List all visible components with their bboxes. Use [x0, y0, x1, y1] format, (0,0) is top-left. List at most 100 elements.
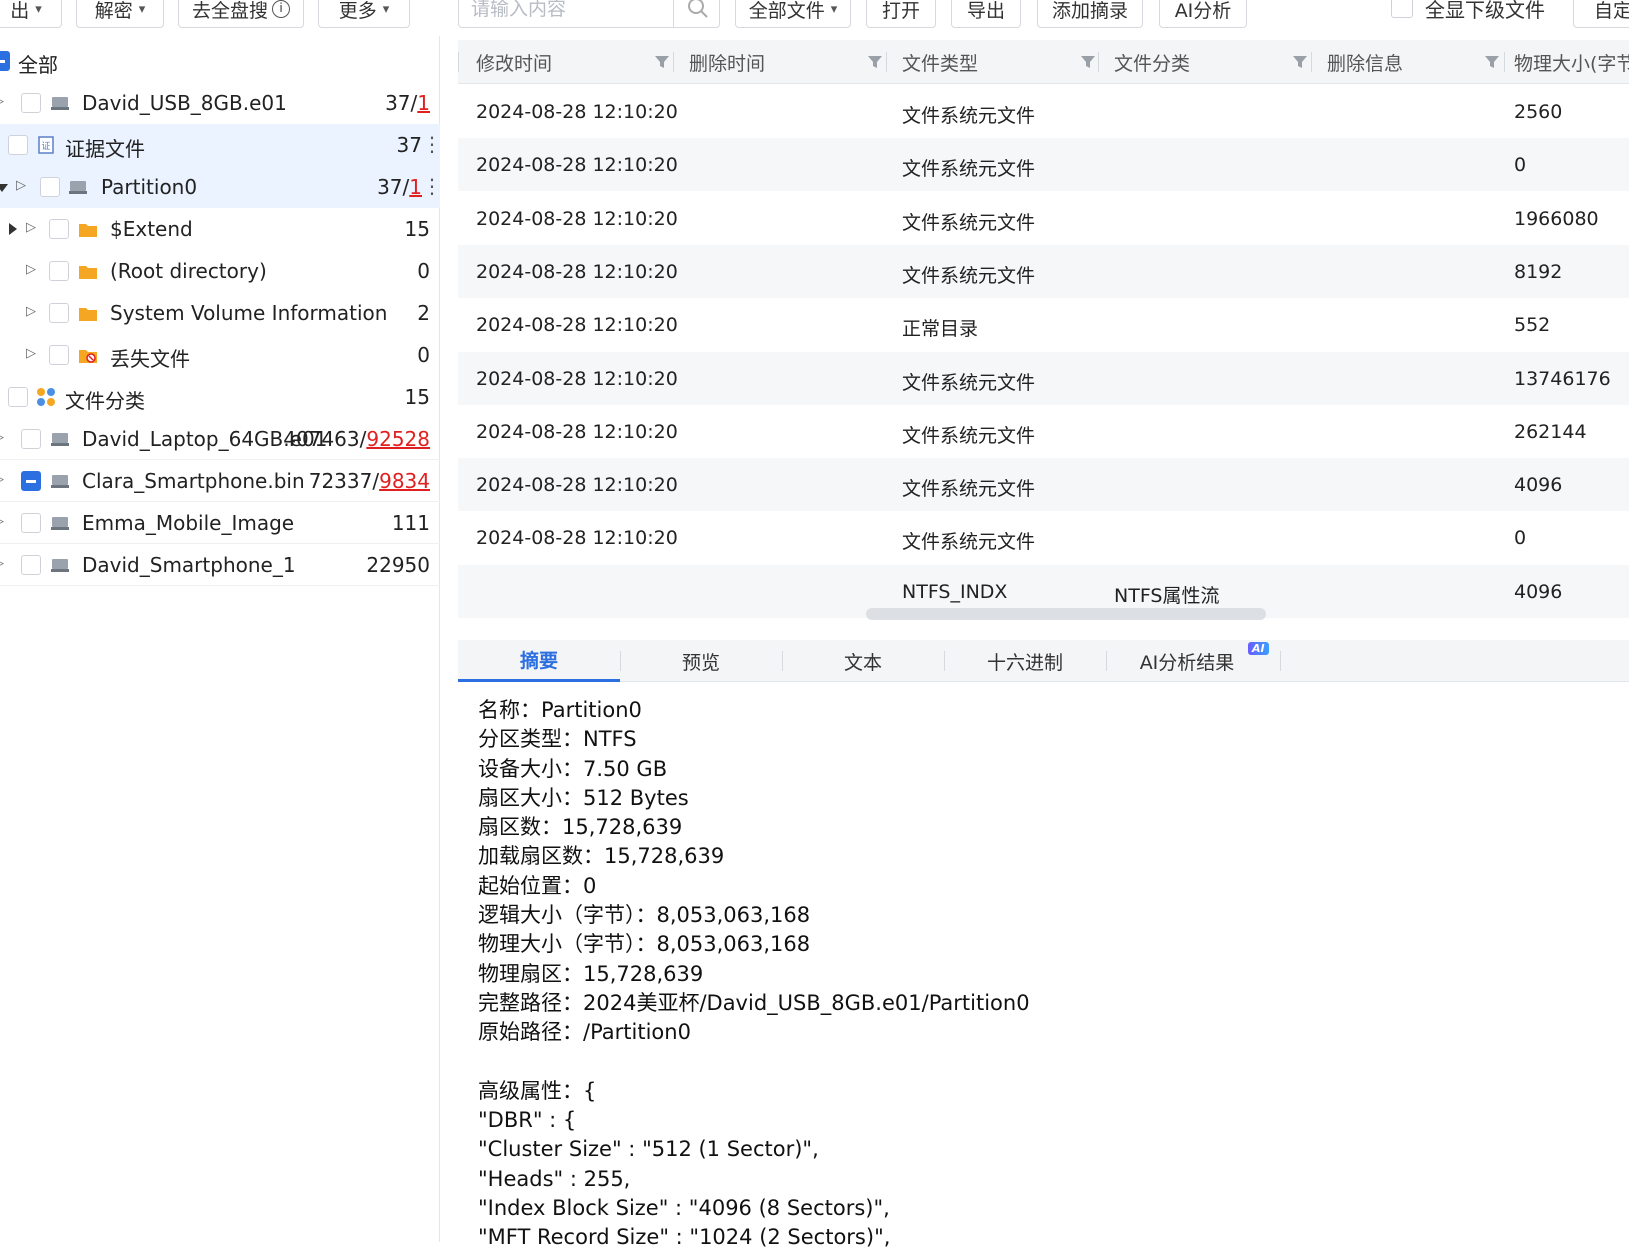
- cell-physical-size: 1966080: [1514, 207, 1599, 230]
- tree-root-checkbox[interactable]: [0, 51, 10, 71]
- disk-image-icon: [51, 475, 69, 488]
- tab-summary[interactable]: 摘要: [458, 640, 620, 682]
- tree-item-root-directory[interactable]: ▷ (Root directory) 0: [0, 250, 440, 292]
- tag-outline-icon[interactable]: ▷: [26, 304, 36, 319]
- open-button[interactable]: 打开: [866, 0, 936, 28]
- more-vertical-icon[interactable]: ⋮: [422, 174, 442, 198]
- column-divider: [886, 52, 887, 72]
- table-row[interactable]: 2024-08-28 12:10:20 文件系统元文件 0: [458, 138, 1629, 192]
- table-row[interactable]: 2024-08-28 12:10:20 文件系统元文件 4096: [458, 458, 1629, 512]
- cell-modified-time: 2024-08-28 12:10:20: [476, 154, 678, 177]
- table-row[interactable]: 2024-08-28 12:10:20 正常目录 552: [458, 298, 1629, 351]
- tag-outline-icon[interactable]: ▷: [26, 346, 36, 361]
- evidence-document-icon: 证: [38, 136, 54, 154]
- tree-item-checkbox[interactable]: [49, 303, 69, 323]
- tree-item-checkbox[interactable]: [21, 93, 41, 113]
- export-button[interactable]: 导出: [951, 0, 1021, 28]
- column-header-label: 文件分类: [1114, 52, 1191, 75]
- tag-outline-icon[interactable]: ▷: [0, 94, 4, 109]
- tree-root-all[interactable]: 全部: [0, 40, 440, 82]
- horizontal-scrollbar[interactable]: [866, 608, 1266, 620]
- detail-line: 分区类型：NTFS: [478, 727, 637, 752]
- tree-item-system-volume-information[interactable]: ▷ System Volume Information 2: [0, 292, 440, 334]
- filter-icon[interactable]: [1484, 54, 1500, 70]
- table-row[interactable]: 2024-08-28 12:10:20 文件系统元文件 2560: [458, 85, 1629, 138]
- search-input[interactable]: [469, 0, 669, 23]
- tree-item-david-smartphone[interactable]: ▷ David_Smartphone_1 22950: [0, 544, 440, 586]
- tree-item-checkbox-partial[interactable]: [21, 471, 41, 491]
- tree-item-checkbox[interactable]: [49, 219, 69, 239]
- more-vertical-icon[interactable]: ⋮: [422, 132, 442, 156]
- custom-columns-button[interactable]: 自定: [1573, 0, 1629, 28]
- column-header-deleted-time[interactable]: 删除时间: [689, 40, 884, 84]
- tag-outline-icon[interactable]: ▷: [16, 178, 26, 193]
- cell-physical-size: 262144: [1514, 420, 1587, 443]
- go-full-disk-search-button[interactable]: 去全盘搜 i: [178, 0, 304, 28]
- tree-item-checkbox[interactable]: [21, 429, 41, 449]
- decrypt-label: 解密: [94, 0, 133, 22]
- detail-line: "Cluster Size" : "512 (1 Sector)",: [478, 1137, 819, 1162]
- table-row[interactable]: 2024-08-28 12:10:20 文件系统元文件 1966080: [458, 192, 1629, 245]
- tree-item-checkbox[interactable]: [21, 555, 41, 575]
- cell-file-type: 文件系统元文件: [902, 371, 1036, 394]
- partition-icon: [69, 181, 87, 194]
- expand-down-icon[interactable]: [0, 184, 8, 192]
- tree-item-lost-files[interactable]: ▷ 丢失文件 0: [0, 334, 440, 376]
- expand-right-icon[interactable]: [9, 223, 17, 235]
- tree-item-extend[interactable]: ▷ $Extend 15: [0, 208, 440, 250]
- tree-item-partition0[interactable]: ▷ Partition0 37/1 ⋮: [0, 166, 442, 208]
- add-bookmark-button[interactable]: 添加摘录: [1037, 0, 1143, 28]
- tree-item-clara-smartphone[interactable]: ▷ Clara_Smartphone.bin 72337/9834: [0, 460, 440, 502]
- tree-item-checkbox[interactable]: [8, 387, 28, 407]
- tree-item-david-laptop[interactable]: ▷ David_Laptop_64GB.e01 407463/92528: [0, 418, 440, 460]
- filter-icon[interactable]: [1080, 54, 1096, 70]
- cell-physical-size: 13746176: [1514, 367, 1611, 390]
- tag-outline-icon[interactable]: ▷: [0, 430, 4, 445]
- search-icon[interactable]: [685, 0, 711, 21]
- cell-file-type: 正常目录: [902, 318, 979, 341]
- export-dropdown-button[interactable]: 出 ▾: [0, 0, 62, 28]
- tag-outline-icon[interactable]: ▷: [0, 556, 4, 571]
- table-row[interactable]: 2024-08-28 12:10:20 文件系统元文件 13746176: [458, 351, 1629, 405]
- tab-label: 摘要: [519, 650, 558, 672]
- tag-outline-icon[interactable]: ▷: [26, 262, 36, 277]
- tab-ai-result[interactable]: AI分析结果: [1106, 640, 1268, 682]
- file-filter-dropdown[interactable]: 全部文件 ▾: [735, 0, 851, 28]
- tree-item-david-usb[interactable]: ▷ David_USB_8GB.e01 37/1: [0, 82, 440, 124]
- tree-item-evidence-files[interactable]: 证 证据文件 37 ⋮: [0, 124, 442, 166]
- tab-hex[interactable]: 十六进制: [944, 640, 1106, 682]
- tree-item-checkbox[interactable]: [8, 135, 28, 155]
- filter-icon[interactable]: [867, 54, 883, 70]
- tag-outline-icon[interactable]: ▷: [0, 472, 4, 487]
- tree-item-checkbox[interactable]: [21, 513, 41, 533]
- tab-preview[interactable]: 预览: [620, 640, 782, 682]
- filter-icon[interactable]: [654, 54, 670, 70]
- tree-item-checkbox[interactable]: [49, 261, 69, 281]
- detail-line: 逻辑大小（字节）：8,053,063,168: [478, 903, 811, 928]
- cell-file-type: 文件系统元文件: [902, 211, 1036, 234]
- show-sub-files-label: 全显下级文件: [1425, 0, 1545, 22]
- column-header-physical-size[interactable]: 物理大小(字节: [1514, 40, 1629, 84]
- column-header-label: 物理大小(字节: [1514, 52, 1629, 75]
- tree-item-file-classification[interactable]: 文件分类 15: [0, 376, 440, 418]
- ai-analyze-button[interactable]: AI分析: [1159, 0, 1247, 28]
- table-row[interactable]: 2024-08-28 12:10:20 文件系统元文件 8192: [458, 244, 1629, 298]
- show-sub-files-checkbox[interactable]: [1391, 0, 1413, 18]
- table-row[interactable]: 2024-08-28 12:10:20 文件系统元文件 262144: [458, 405, 1629, 458]
- tree-item-emma-mobile[interactable]: ▷ Emma_Mobile_Image 111: [0, 502, 440, 544]
- tab-text[interactable]: 文本: [782, 640, 944, 682]
- tag-outline-icon[interactable]: ▷: [26, 220, 36, 235]
- tree-item-checkbox[interactable]: [40, 177, 60, 197]
- column-header-modified-time[interactable]: 修改时间: [476, 40, 671, 84]
- more-dropdown-button[interactable]: 更多 ▾: [318, 0, 410, 28]
- filter-icon[interactable]: [1292, 54, 1308, 70]
- tag-outline-icon[interactable]: ▷: [0, 514, 4, 529]
- column-header-delete-info[interactable]: 删除信息: [1327, 40, 1502, 84]
- decrypt-dropdown-button[interactable]: 解密 ▾: [76, 0, 164, 28]
- column-header-file-type[interactable]: 文件类型: [902, 40, 1097, 84]
- column-header-file-category[interactable]: 文件分类: [1114, 40, 1309, 84]
- category-grid-icon: [37, 388, 55, 406]
- file-filter-label: 全部文件: [748, 0, 825, 22]
- table-row[interactable]: 2024-08-28 12:10:20 文件系统元文件 0: [458, 511, 1629, 564]
- tree-item-checkbox[interactable]: [49, 345, 69, 365]
